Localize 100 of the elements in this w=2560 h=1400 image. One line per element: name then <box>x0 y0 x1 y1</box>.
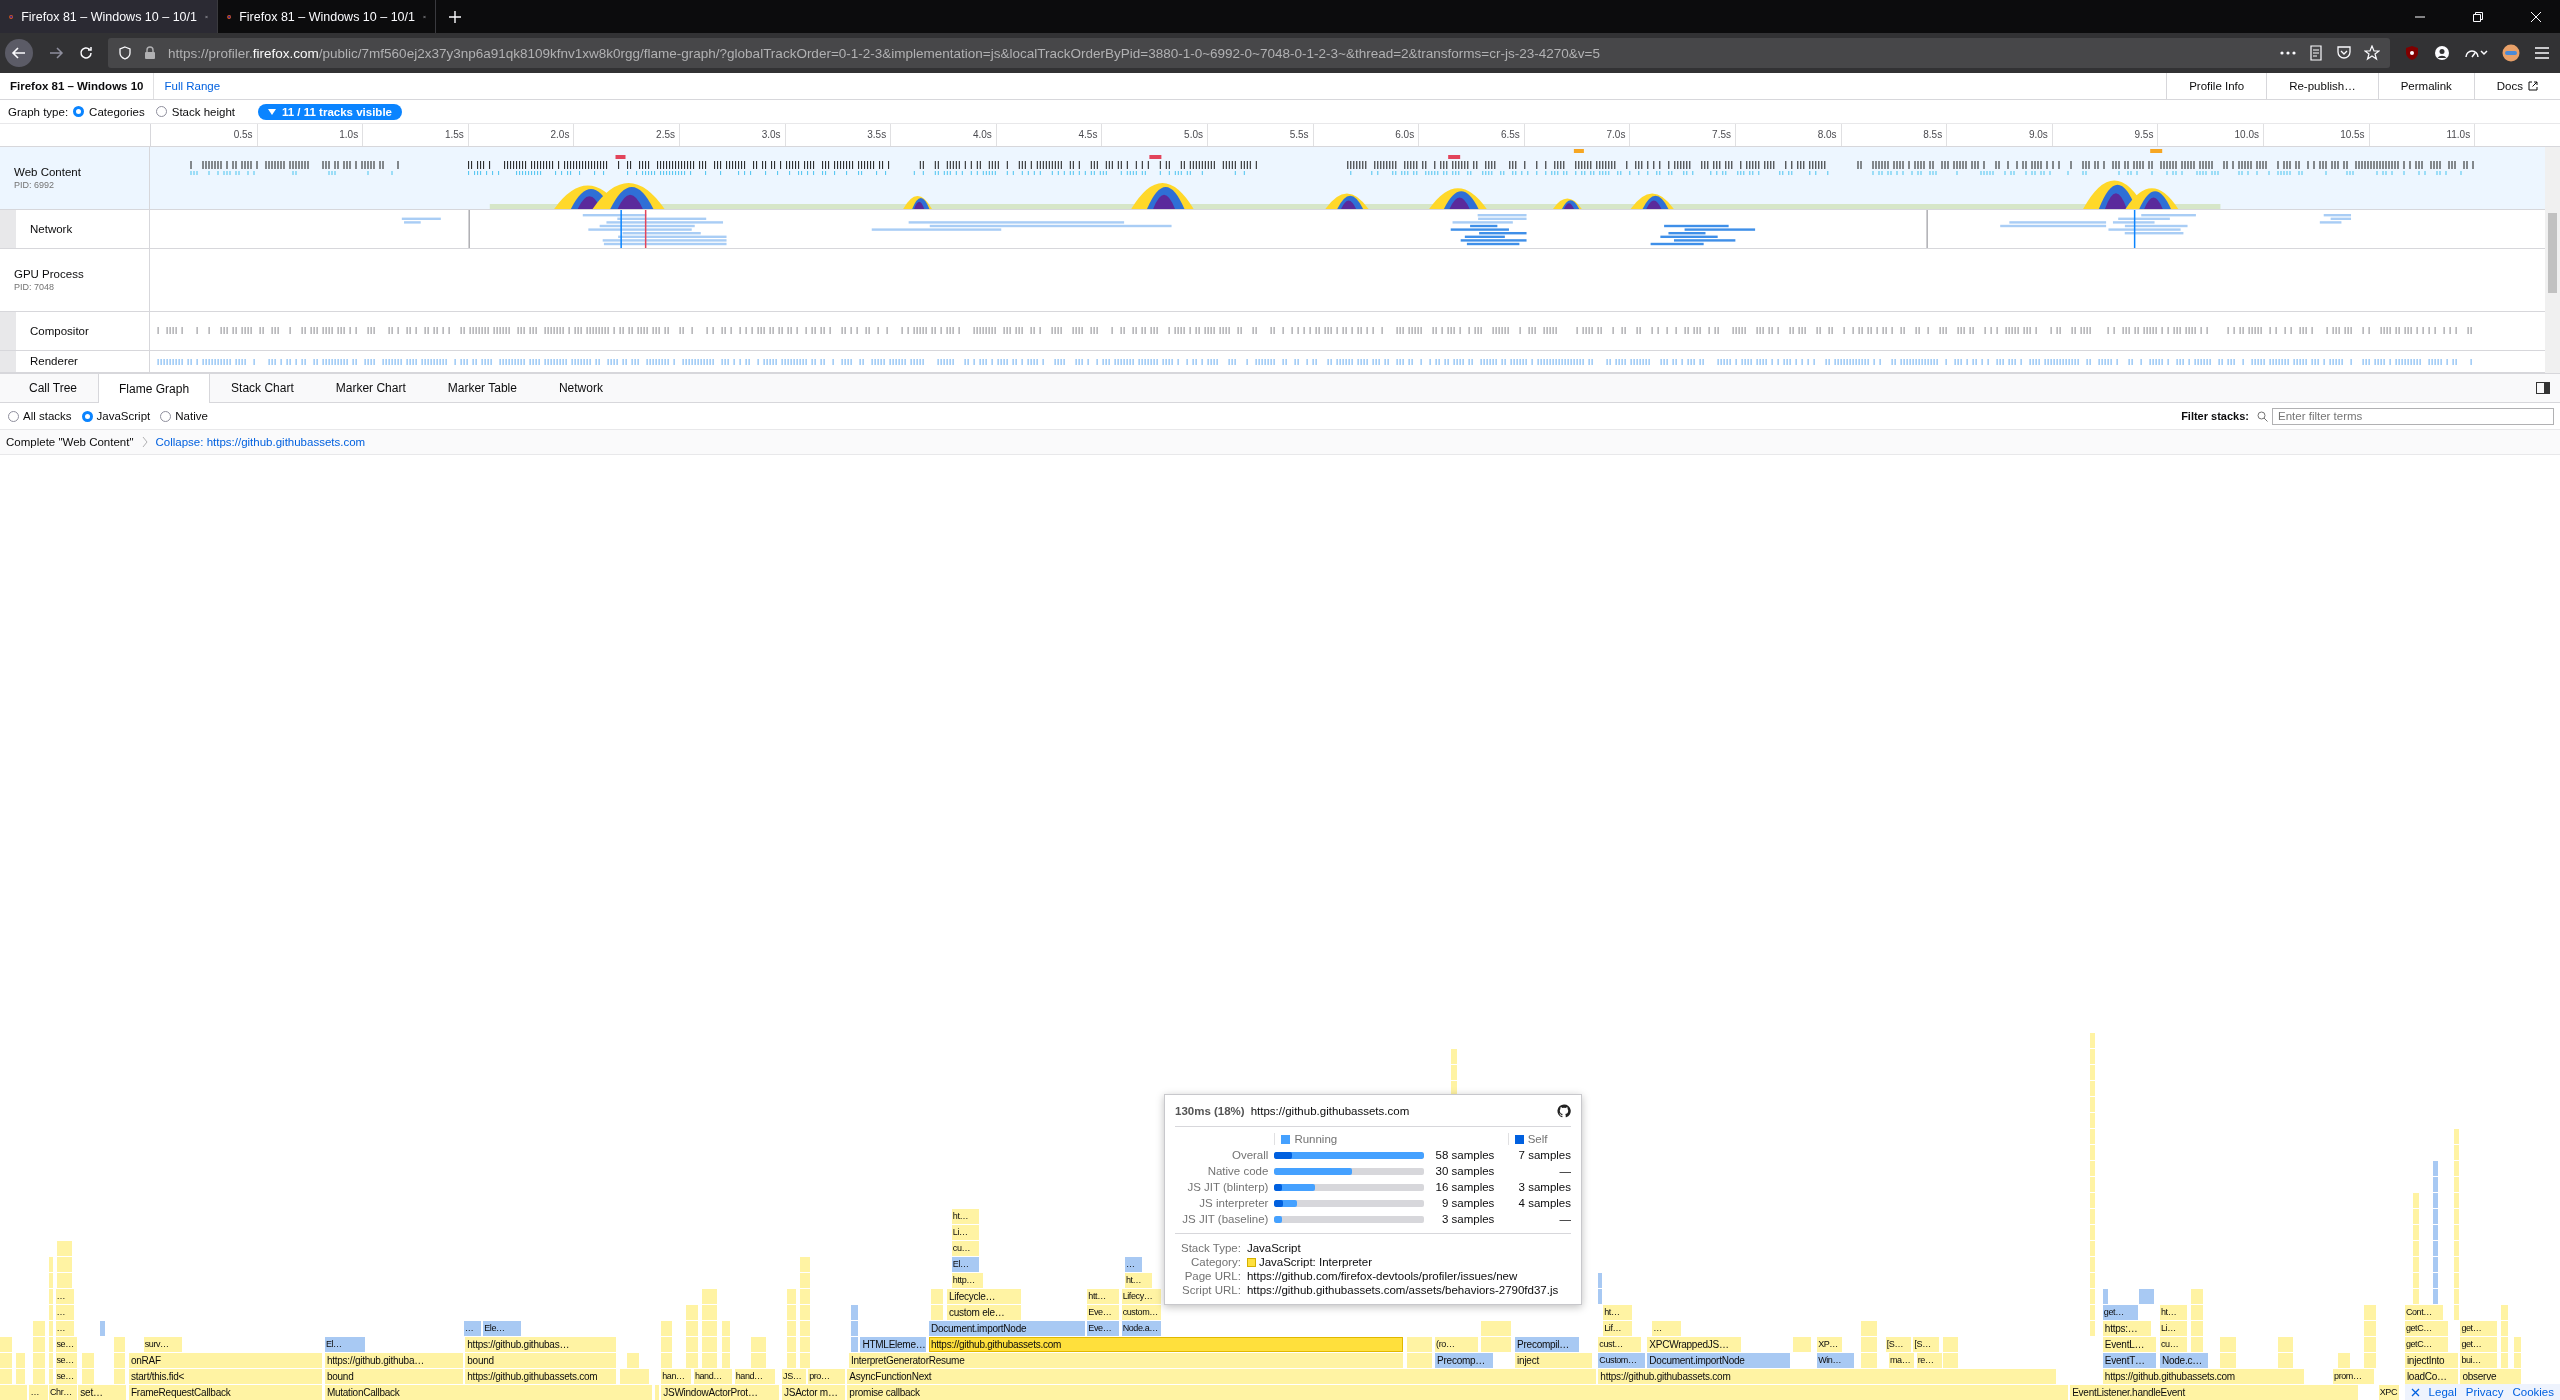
flame-cell[interactable]: surv… <box>143 1337 182 1352</box>
flame-cell[interactable]: … <box>29 1385 48 1400</box>
flame-cell[interactable]: bound <box>465 1353 617 1368</box>
flame-cell[interactable]: http… <box>951 1273 984 1288</box>
flame-cell[interactable]: … <box>55 1289 75 1304</box>
flame-cell[interactable]: JSActor m… <box>782 1385 845 1400</box>
flame-cell[interactable]: Lif… <box>1603 1321 1632 1336</box>
flame-cell[interactable]: getC… <box>2404 1337 2448 1352</box>
flame-cell[interactable]: ht… <box>2160 1305 2187 1320</box>
flame-cell[interactable]: Precomp… <box>1435 1353 1493 1368</box>
panel-tab[interactable]: Marker Chart <box>314 374 427 402</box>
flame-cell[interactable]: XPC <box>2378 1385 2399 1400</box>
flame-cell[interactable]: HTMLEleme… <box>860 1337 927 1352</box>
browser-tab[interactable]: Firefox 81 – Windows 10 – 10/1 <box>0 0 218 33</box>
flame-cell[interactable]: Eve… <box>1087 1305 1119 1320</box>
flame-cell[interactable]: XP… <box>1817 1337 1843 1352</box>
flame-cell[interactable]: Node.a… <box>1121 1321 1162 1336</box>
flame-cell[interactable]: https://github.githubassets.com <box>2102 1369 2305 1384</box>
flame-cell[interactable]: Chr… <box>48 1385 78 1400</box>
flame-cell[interactable]: promise callback <box>847 1385 2068 1400</box>
flame-cell[interactable]: Document.importNode <box>1647 1353 1790 1368</box>
flame-cell[interactable]: se… <box>55 1337 78 1352</box>
flame-cell[interactable]: EventL… <box>2102 1337 2156 1352</box>
flame-cell[interactable]: JS… <box>782 1369 806 1384</box>
flame-cell[interactable]: hand… <box>734 1369 775 1384</box>
flame-cell[interactable]: https://github.githubassets.com <box>928 1337 1404 1352</box>
flame-cell[interactable]: [S… <box>1913 1337 1939 1352</box>
flame-cell[interactable]: JSWindowActorProt… <box>661 1385 780 1400</box>
flame-cell[interactable]: cu… <box>2160 1337 2187 1352</box>
flame-cell[interactable]: get… <box>2460 1321 2497 1336</box>
flame-cell[interactable]: … <box>463 1321 481 1336</box>
flame-cell[interactable]: … <box>55 1321 75 1336</box>
tracks-button[interactable]: 11 / 11 tracks visible <box>258 103 402 120</box>
radio-label[interactable]: Categories <box>89 105 145 118</box>
track-row[interactable]: Web Content PID: 6992 <box>0 147 2545 210</box>
radio-label[interactable]: Native <box>175 410 208 422</box>
flame-cell[interactable]: EventT… <box>2102 1353 2156 1368</box>
flame-cell[interactable]: [S… <box>1885 1337 1911 1352</box>
flame-cell[interactable]: … <box>55 1305 75 1320</box>
flame-cell[interactable]: https://github.githuba… <box>324 1353 463 1368</box>
breadcrumb[interactable]: Collapse: https://github.githubassets.com <box>155 436 366 448</box>
flame-cell[interactable]: injectInto <box>2404 1353 2458 1368</box>
flame-cell[interactable]: pro… <box>808 1369 845 1384</box>
menu-button[interactable]: Re-publish… <box>2266 73 2378 99</box>
flame-cell[interactable]: Win… <box>1817 1353 1854 1368</box>
menu-button[interactable]: Profile Info <box>2166 73 2267 99</box>
flame-cell[interactable]: … <box>1652 1321 1681 1336</box>
flame-cell[interactable]: https://github.githubas… <box>465 1337 617 1352</box>
panel-tab[interactable]: Marker Table <box>426 374 538 402</box>
flame-cell[interactable]: get… <box>2460 1337 2497 1352</box>
flame-cell[interactable]: bui… <box>2460 1353 2497 1368</box>
flame-cell[interactable]: … <box>1124 1257 1142 1272</box>
flame-cell[interactable]: cust… <box>1598 1337 1642 1352</box>
menu-button[interactable]: Permalink <box>2377 73 2474 99</box>
track-row[interactable]: Network <box>0 210 2545 249</box>
flame-cell[interactable]: se… <box>55 1369 78 1384</box>
flame-cell[interactable]: https:… <box>2102 1321 2151 1336</box>
flame-cell[interactable]: ht… <box>1124 1273 1152 1288</box>
search-field[interactable]: Enter filter terms <box>2272 407 2554 425</box>
flame-cell[interactable]: getC… <box>2404 1321 2448 1336</box>
flame-cell[interactable]: El… <box>951 1257 979 1272</box>
flame-cell[interactable]: observe <box>2460 1369 2522 1384</box>
flame-cell[interactable]: Lifecy… <box>1121 1289 1162 1304</box>
panel-tab[interactable]: Call Tree <box>8 374 99 402</box>
flame-cell[interactable]: loadCo… <box>2404 1369 2458 1384</box>
menu-button[interactable]: Docs <box>2473 73 2560 99</box>
flame-cell[interactable]: El… <box>324 1337 365 1352</box>
track-row[interactable]: Renderer <box>0 351 2545 373</box>
flame-cell[interactable]: hand… <box>693 1369 733 1384</box>
flame-cell[interactable]: set… <box>78 1385 127 1400</box>
flame-cell[interactable]: onRAF <box>128 1353 323 1368</box>
flame-cell[interactable]: custom… <box>1121 1305 1162 1320</box>
flame-cell[interactable]: XPCWrappedJS… <box>1647 1337 1742 1352</box>
flame-cell[interactable]: ht… <box>951 1209 979 1224</box>
flame-cell[interactable]: Document.importNode <box>928 1321 1085 1336</box>
radio-label[interactable]: All stacks <box>23 410 72 422</box>
flame-cell[interactable]: Node.c… <box>2160 1353 2208 1368</box>
flame-cell[interactable]: Li… <box>951 1225 979 1240</box>
flame-cell[interactable]: start/this.fid< <box>128 1369 323 1384</box>
flame-cell[interactable]: https://github.githubassets.com <box>1598 1369 2057 1384</box>
flame-cell[interactable]: Lifecycle… <box>946 1289 1022 1304</box>
flame-cell[interactable]: get… <box>2102 1305 2138 1320</box>
flame-cell[interactable]: inject <box>1515 1353 1593 1368</box>
flame-cell[interactable]: han… <box>661 1369 692 1384</box>
footer-link[interactable]: Cookies <box>2512 1386 2554 1398</box>
flame-cell[interactable]: Ele… <box>483 1321 522 1336</box>
flame-cell[interactable]: bound <box>324 1369 463 1384</box>
flame-cell[interactable]: https://github.githubassets.com <box>465 1369 617 1384</box>
flame-cell[interactable]: FrameRequestCallback <box>128 1385 323 1400</box>
flame-cell[interactable]: (ro… <box>1435 1337 1479 1352</box>
flame-cell[interactable]: se… <box>55 1353 78 1368</box>
flame-cell[interactable]: AsyncFunctionNext <box>847 1369 1596 1384</box>
flame-cell[interactable]: MutationCallback <box>324 1385 653 1400</box>
radio-label[interactable]: JavaScript <box>96 410 151 422</box>
flame-cell[interactable]: htt… <box>1087 1289 1119 1304</box>
flame-cell[interactable]: Cont… <box>2404 1305 2444 1320</box>
breadcrumb[interactable]: Complete "Web Content" <box>6 436 134 448</box>
footer-link[interactable]: Legal <box>2428 1386 2457 1398</box>
flame-cell[interactable]: ma… <box>1888 1353 1915 1368</box>
flame-cell[interactable]: Custom… <box>1598 1353 1645 1368</box>
